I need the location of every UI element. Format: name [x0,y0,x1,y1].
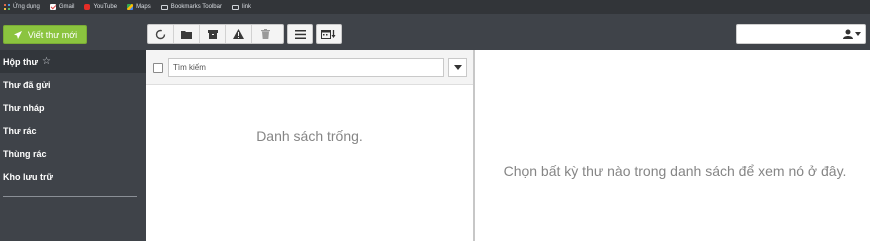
search-input[interactable] [168,58,444,77]
bookmark-apps[interactable]: Ứng dụng [4,4,40,10]
sidebar-item-drafts[interactable]: Thư nháp [0,96,146,119]
preview-placeholder-message: Chọn bất kỳ thư nào trong danh sách để x… [503,163,847,179]
archive-icon [207,29,218,39]
compose-button[interactable]: Viết thư mới [3,25,87,44]
bookmark-folder-toolbar[interactable]: Bookmarks Toolbar [160,4,222,10]
youtube-icon [84,4,91,10]
bookmark-gmail[interactable]: Gmail [49,4,74,10]
refresh-button[interactable] [148,25,174,43]
star-icon[interactable]: ☆ [42,56,51,67]
user-icon [843,29,853,39]
search-bar [146,50,473,85]
empty-list-message: Danh sách trống. [256,128,363,144]
sort-by-date-button[interactable] [316,24,342,44]
archive-button[interactable] [200,25,226,43]
trash-icon [260,29,270,39]
select-all-checkbox[interactable] [153,63,163,73]
folder-icon [160,4,168,10]
move-to-folder-button[interactable] [174,25,200,43]
search-options-button[interactable] [448,58,467,77]
sidebar-divider [3,196,137,197]
menu-icon [294,29,306,39]
bookmark-folder-link[interactable]: link [231,4,251,10]
sidebar-item-archive[interactable]: Kho lưu trữ [0,165,146,188]
bookmarks-bar: Ứng dụng Gmail YouTube Maps Bookmarks To… [0,0,870,14]
message-list-pane: Danh sách trống. [146,50,473,241]
spam-button[interactable] [226,25,252,43]
sidebar-item-sent[interactable]: Thư đã gửi [0,73,146,96]
spam-warning-icon [233,29,244,39]
message-preview-pane: Chọn bất kỳ thư nào trong danh sách để x… [475,50,870,241]
sidebar-item-trash[interactable]: Thùng rác [0,142,146,165]
chevron-down-icon [453,65,462,70]
maps-icon [127,4,134,10]
folder-icon [231,4,239,10]
chevron-down-icon [855,32,861,36]
message-actions-toolbar [147,24,284,44]
folder-sidebar: Hộp thư ☆ Thư đã gửi Thư nháp Thư rác Th… [0,50,146,241]
bookmark-maps[interactable]: Maps [127,4,151,10]
bookmark-youtube[interactable]: YouTube [84,4,117,10]
sidebar-item-inbox[interactable]: Hộp thư ☆ [0,50,146,73]
menu-button[interactable] [287,24,313,44]
folder-move-icon [181,30,192,39]
sidebar-item-spam[interactable]: Thư rác [0,119,146,142]
account-select[interactable] [736,24,866,44]
gmail-icon [49,4,56,10]
refresh-icon [155,29,166,39]
delete-button[interactable] [252,25,278,43]
calendar-sort-icon [321,30,336,39]
paper-plane-icon [13,30,22,39]
apps-icon [4,4,10,10]
